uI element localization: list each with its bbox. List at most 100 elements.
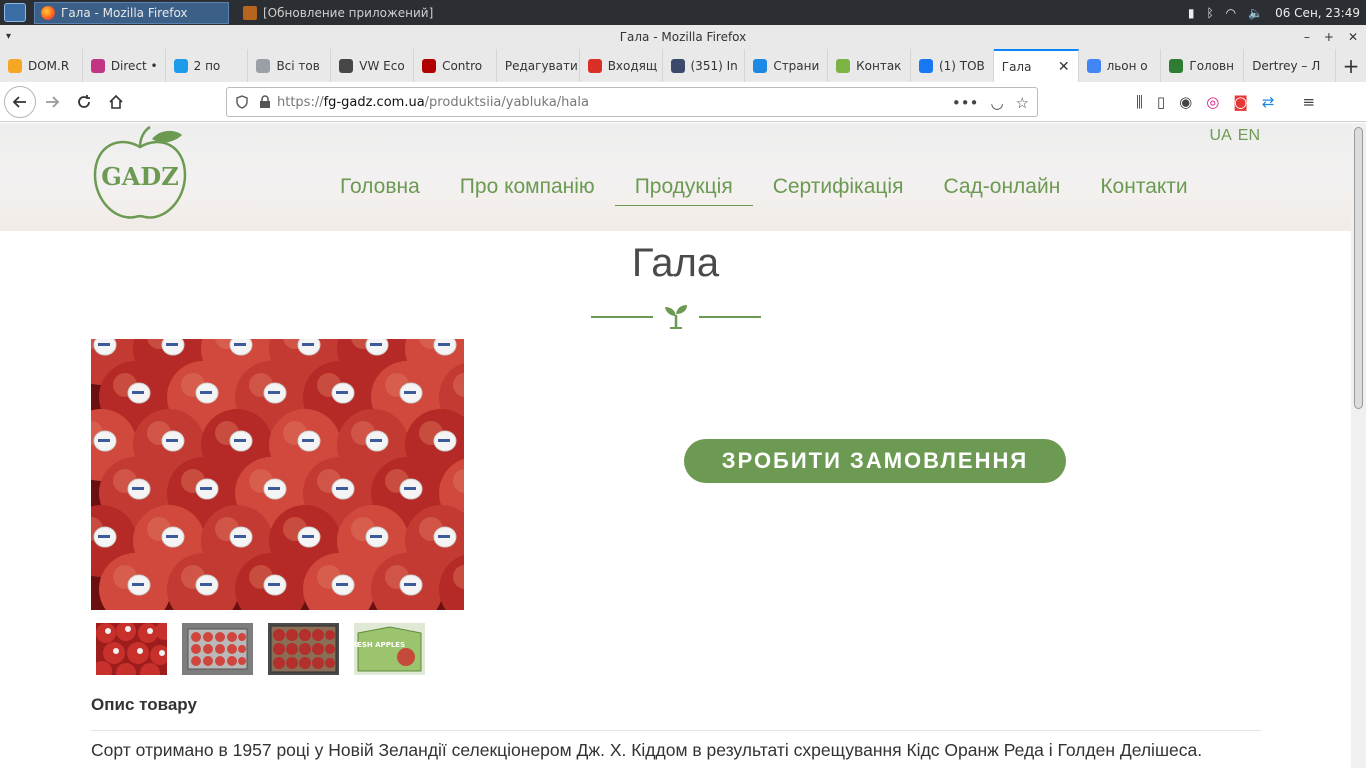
order-button[interactable]: ЗРОБИТИ ЗАМОВЛЕННЯ bbox=[684, 439, 1066, 483]
tab-2[interactable]: Direct • bbox=[83, 49, 166, 82]
tab-16[interactable]: Dertrey – Л bbox=[1244, 49, 1336, 82]
taskbar-task-label: [Обновление приложений] bbox=[263, 5, 434, 20]
product-main-image[interactable] bbox=[91, 339, 464, 610]
tab-15[interactable]: Головн bbox=[1161, 49, 1245, 82]
tab-8[interactable]: Входящ bbox=[580, 49, 663, 82]
tab-label: (351) In bbox=[690, 58, 738, 73]
thumb-apples-icon bbox=[96, 623, 167, 675]
thumbnail-1[interactable] bbox=[96, 623, 167, 675]
taskbar-task-label: Гала - Mozilla Firefox bbox=[61, 5, 188, 20]
new-tab-button[interactable]: + bbox=[1336, 49, 1366, 82]
tab-favicon-icon bbox=[587, 58, 602, 73]
hamburger-menu-icon[interactable]: ≡ bbox=[1303, 93, 1316, 111]
window-title: Гала - Mozilla Firefox bbox=[619, 30, 747, 44]
library-icon[interactable]: ⫼ bbox=[1136, 93, 1143, 111]
close-window-icon[interactable]: ✕ bbox=[1348, 25, 1358, 49]
bluetooth-icon[interactable]: ᛒ bbox=[1206, 6, 1213, 20]
url-text[interactable]: https://fg-gadz.com.ua/produktsiia/yablu… bbox=[277, 95, 589, 110]
menu-item-garden-online[interactable]: Сад-онлайн bbox=[923, 171, 1080, 206]
extension-icon-1[interactable]: ◎ bbox=[1206, 93, 1219, 111]
address-bar[interactable]: https://fg-gadz.com.ua/produktsiia/yablu… bbox=[226, 87, 1038, 117]
tab-active[interactable]: Гала ✕ bbox=[993, 49, 1079, 82]
tab-label: Страни bbox=[773, 58, 820, 73]
menu-item-certification[interactable]: Сертифікація bbox=[753, 171, 924, 206]
tab-label: DOM.R bbox=[28, 58, 70, 73]
update-icon bbox=[243, 5, 257, 20]
battery-icon[interactable]: ▮ bbox=[1188, 6, 1195, 20]
tab-5[interactable]: VW Eco bbox=[331, 49, 415, 82]
tab-favicon-icon bbox=[1086, 58, 1101, 73]
window-menu-icon[interactable]: ▾ bbox=[6, 25, 11, 49]
menu-item-home[interactable]: Головна bbox=[320, 171, 440, 206]
sidebar-icon[interactable]: ▯ bbox=[1157, 93, 1165, 111]
tab-favicon-icon bbox=[173, 58, 188, 73]
tab-label: Редагувати bbox=[504, 58, 578, 73]
menu-item-contacts[interactable]: Контакти bbox=[1080, 171, 1207, 206]
tab-label: (1) TOB bbox=[938, 58, 985, 73]
tab-7[interactable]: Редагувати bbox=[497, 49, 580, 82]
pocket-icon[interactable]: ◡ bbox=[990, 94, 1003, 112]
thumbnail-4[interactable]: FRESH APPLES bbox=[354, 623, 425, 675]
translate-icon[interactable]: ⇄ bbox=[1262, 93, 1275, 111]
reload-icon bbox=[78, 94, 90, 108]
thumbnail-strip: FRESH APPLES bbox=[96, 623, 425, 675]
volume-icon[interactable]: 🔈 bbox=[1248, 6, 1263, 20]
app-menu-icon[interactable] bbox=[4, 3, 26, 22]
tab-10[interactable]: Страни bbox=[745, 49, 829, 82]
taskbar-task-updates[interactable]: [Обновление приложений] bbox=[237, 2, 441, 24]
wifi-icon[interactable]: ◠ bbox=[1226, 6, 1236, 20]
menu-item-products[interactable]: Продукція bbox=[614, 171, 753, 206]
tab-6[interactable]: Contro bbox=[414, 49, 497, 82]
taskbar: Гала - Mozilla Firefox [Обновление прило… bbox=[0, 0, 1366, 25]
tab-favicon-icon bbox=[256, 58, 271, 73]
tab-label: VW Eco bbox=[359, 58, 405, 73]
maximize-icon[interactable]: + bbox=[1324, 25, 1334, 49]
extension-icon-2[interactable]: ◙ bbox=[1233, 93, 1248, 111]
tab-favicon-icon bbox=[90, 58, 105, 73]
tab-label: Contro bbox=[442, 58, 483, 73]
home-button[interactable] bbox=[100, 86, 132, 118]
thumb-crate-icon bbox=[270, 625, 337, 673]
back-button[interactable] bbox=[4, 85, 36, 118]
shield-icon[interactable] bbox=[235, 95, 249, 109]
page-actions-icon[interactable]: ••• bbox=[952, 94, 979, 112]
tab-label: Всі тов bbox=[276, 58, 320, 73]
gadz-logo[interactable]: GADZ bbox=[90, 125, 190, 223]
account-icon[interactable]: ◉ bbox=[1179, 93, 1192, 111]
minimize-icon[interactable]: – bbox=[1304, 25, 1310, 49]
tab-label: Входящ bbox=[607, 58, 658, 73]
thumbnail-2[interactable] bbox=[182, 623, 253, 675]
tab-4[interactable]: Всі тов bbox=[248, 49, 332, 82]
reload-button[interactable] bbox=[68, 86, 100, 118]
tab-11[interactable]: Контак bbox=[828, 49, 911, 82]
lock-icon[interactable] bbox=[259, 95, 271, 109]
clock[interactable]: 06 Сен, 23:49 bbox=[1275, 6, 1360, 20]
tab-label: льон о bbox=[1106, 58, 1148, 73]
tab-favicon-icon bbox=[836, 58, 851, 73]
forward-button[interactable] bbox=[36, 86, 68, 118]
close-tab-icon[interactable]: ✕ bbox=[1058, 59, 1070, 75]
lang-ua[interactable]: UA bbox=[1210, 127, 1232, 145]
tab-12[interactable]: (1) TOB bbox=[911, 49, 994, 82]
tab-label: Direct • bbox=[110, 58, 158, 73]
lang-en[interactable]: EN bbox=[1238, 127, 1260, 145]
page-scrollbar[interactable] bbox=[1351, 123, 1366, 768]
thumbnail-3[interactable] bbox=[268, 623, 339, 675]
tab-14[interactable]: льон о bbox=[1079, 49, 1162, 82]
sprout-icon bbox=[665, 305, 687, 329]
tab-1[interactable]: DOM.R bbox=[0, 49, 83, 82]
menu-item-about[interactable]: Про компанію bbox=[440, 171, 615, 206]
taskbar-task-firefox[interactable]: Гала - Mozilla Firefox bbox=[34, 1, 229, 24]
tab-3[interactable]: 2 по bbox=[166, 49, 249, 82]
site-header: GADZ UA EN Головна Про компанію Продукці… bbox=[0, 123, 1351, 231]
bookmark-star-icon[interactable]: ☆ bbox=[1016, 94, 1029, 112]
scrollbar-thumb[interactable] bbox=[1354, 127, 1363, 409]
apples-photo bbox=[91, 339, 464, 610]
tab-9[interactable]: (351) In bbox=[663, 49, 746, 82]
main-menu: Головна Про компанію Продукція Сертифіка… bbox=[320, 171, 1208, 206]
tab-favicon-icon bbox=[670, 58, 685, 73]
tab-label: Контак bbox=[856, 58, 902, 73]
tab-favicon-icon bbox=[918, 58, 933, 73]
thumb-crate-icon bbox=[187, 628, 248, 670]
thumb-box-text: FRESH APPLES bbox=[354, 641, 405, 649]
